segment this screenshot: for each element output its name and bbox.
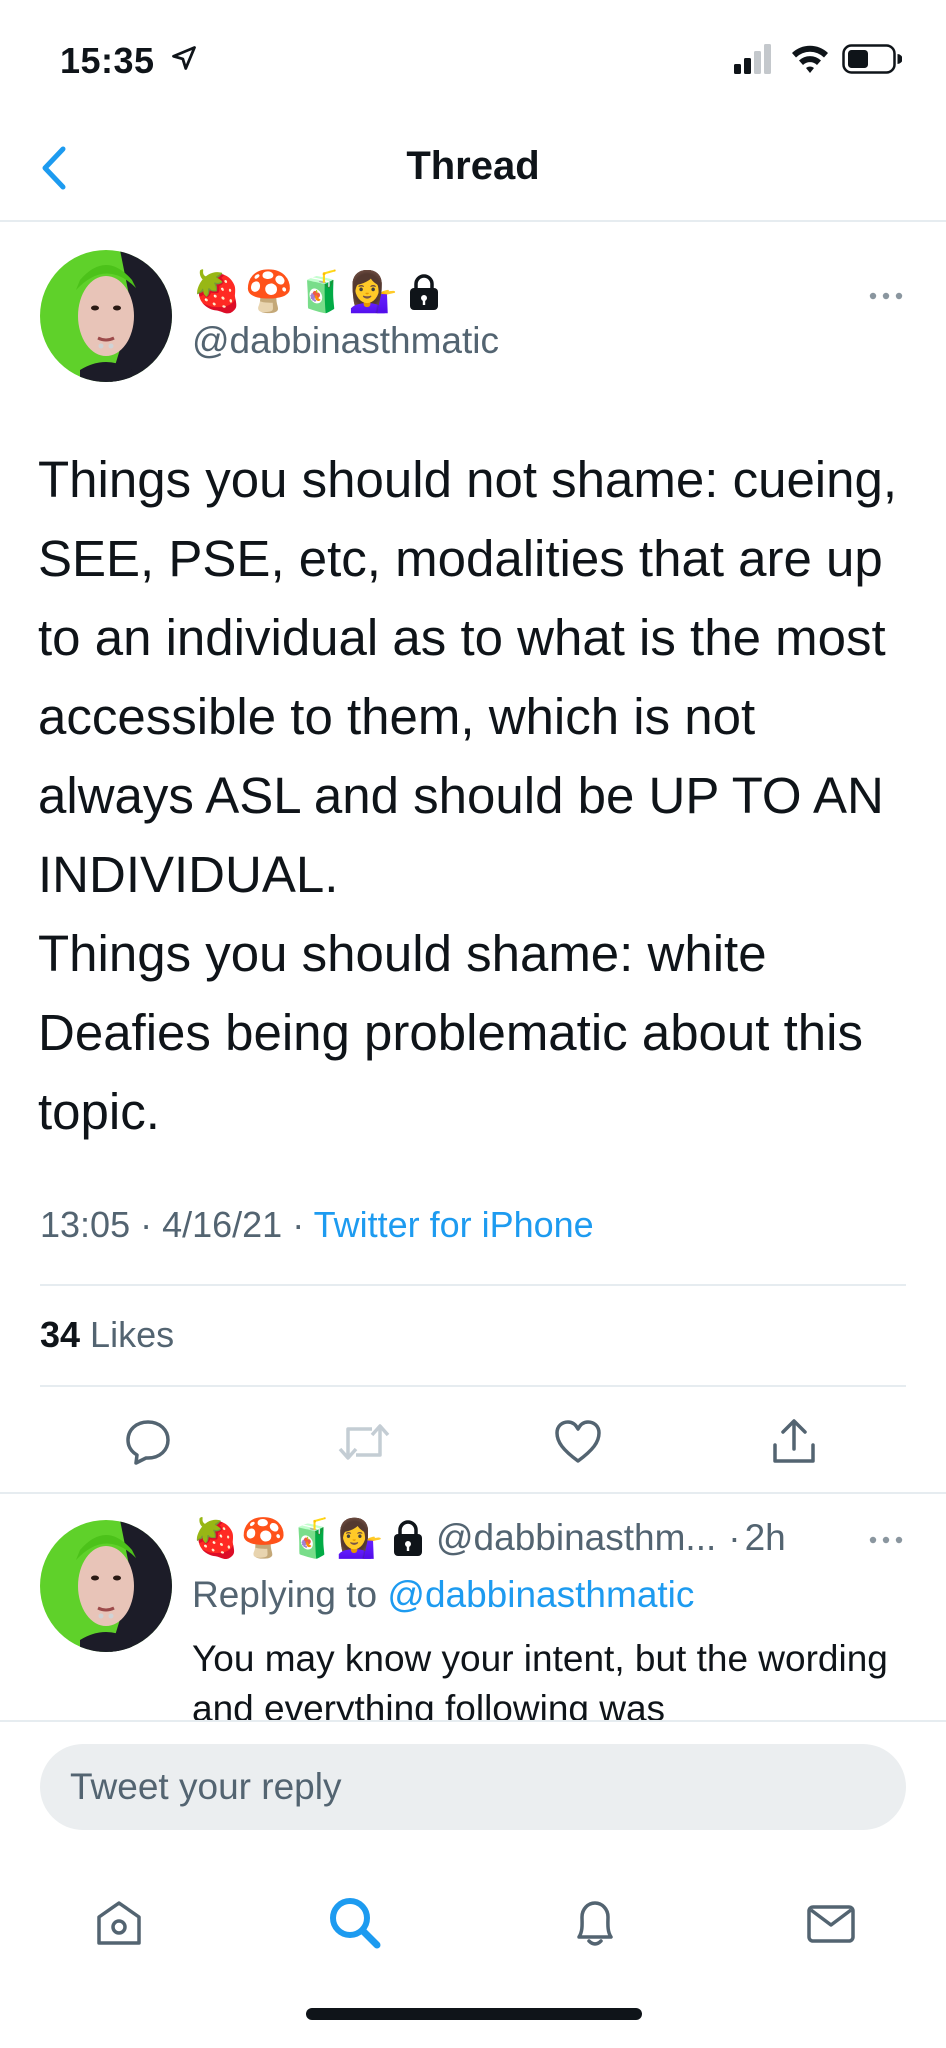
replying-to-handle-link[interactable]: @dabbinasthmatic [387,1574,694,1615]
mushroom-emoji: 🍄 [244,269,294,315]
tweet-metadata: 13:05 · 4/16/21 · Twitter for iPhone [40,1204,594,1246]
reply-avatar[interactable] [40,1520,172,1652]
reply-text: You may know your intent, but the wordin… [192,1638,888,1720]
chevron-left-icon [42,146,66,190]
tab-notifications[interactable] [560,1888,630,1958]
more-horizontal-icon[interactable] [866,286,906,306]
divider [40,1284,906,1286]
juice-box-emoji: 🧃 [296,269,346,315]
lock-icon [410,274,438,310]
nav-bar: Thread [0,120,946,222]
tab-search[interactable] [320,1888,390,1958]
reply-input[interactable] [40,1744,906,1830]
status-bar: 15:35 [0,0,946,120]
more-horizontal-icon[interactable] [866,1530,906,1550]
display-name[interactable]: 🍓 🍄 🧃 💁‍♀️ [192,268,442,316]
reply-timestamp: 2h [744,1517,786,1558]
heart-icon [555,1420,601,1463]
reply-button[interactable] [116,1410,180,1474]
bottom-area [0,1720,946,2048]
wifi-icon [792,45,828,73]
meta-separator: · [282,1204,314,1245]
divider [0,1492,946,1494]
tipping-hand-emoji: 💁‍♀️ [336,1516,384,1560]
tipping-hand-emoji: 💁‍♀️ [348,269,398,315]
location-arrow-icon [172,46,196,70]
replying-to: Replying to @dabbinasthmatic [192,1574,694,1616]
share-button[interactable] [762,1410,826,1474]
retweet-icon [338,1424,390,1460]
home-indicator[interactable] [306,2008,642,2020]
avatar[interactable] [40,250,172,382]
bell-icon [577,1901,613,1946]
retweet-button[interactable] [332,1410,396,1474]
lock-icon [394,1520,422,1556]
mushroom-emoji: 🍄 [240,1516,288,1560]
likes-label: Likes [80,1314,175,1355]
like-button[interactable] [546,1410,610,1474]
tweet-source-link[interactable]: Twitter for iPhone [314,1204,594,1245]
strawberry-emoji: 🍓 [192,1516,240,1560]
likes-stat[interactable]: 34 Likes [40,1314,174,1356]
cellular-signal-icon [734,44,771,74]
strawberry-emoji: 🍓 [192,269,242,315]
tweet-text: Things you should not shame: cueing, SEE… [38,451,898,1140]
home-icon [97,1901,141,1945]
back-button[interactable] [28,142,80,194]
juice-box-emoji: 🧃 [288,1516,336,1560]
avatar-image [40,1520,172,1652]
meta-separator: · [130,1204,163,1245]
divider [40,1385,906,1387]
replying-to-label: Replying to [192,1574,388,1615]
avatar-image [40,250,172,382]
reply-header[interactable]: 🍓 🍄 🧃 💁‍♀️ @dabbinasthm... · 2h [192,1514,786,1562]
battery-icon [842,44,902,74]
tweet-time: 13:05 [40,1204,131,1245]
tab-messages[interactable] [796,1888,866,1958]
search-icon [330,1898,381,1949]
comment-icon [126,1420,170,1465]
tweet-date: 4/16/21 [162,1204,283,1245]
reply-user-handle[interactable]: @dabbinasthm... [436,1517,716,1559]
status-time: 15:35 [60,40,155,81]
user-handle[interactable]: @dabbinasthmatic [192,320,499,362]
tab-home[interactable] [84,1888,154,1958]
page-title: Thread [406,144,540,188]
likes-count: 34 [40,1314,81,1355]
share-icon [773,1419,815,1463]
mail-icon [807,1905,855,1943]
meta-separator: · [728,1517,741,1558]
